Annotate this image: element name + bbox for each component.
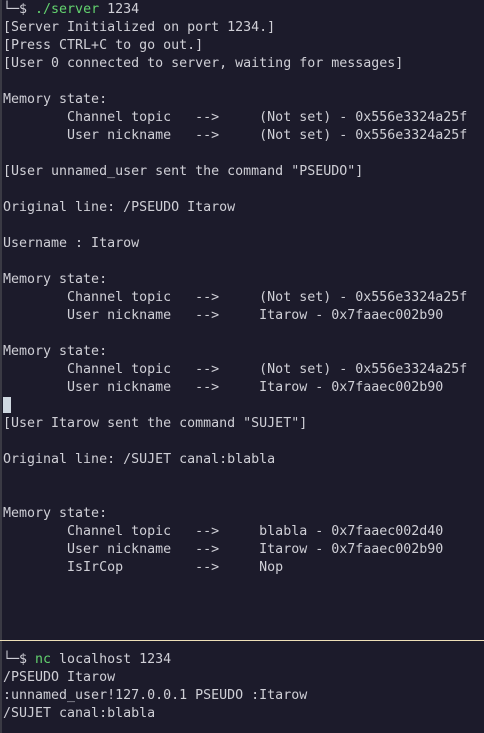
terminal-output-line: User nickname --> Itarow - 0x7faaec002b9…	[3, 308, 444, 323]
terminal-output-line: Channel topic --> (Not set) - 0x556e3324…	[3, 290, 468, 305]
command-name: nc	[35, 652, 52, 667]
terminal-output-line: User nickname --> (Not set) - 0x556e3324…	[3, 128, 468, 143]
command-args: localhost 1234	[51, 652, 172, 667]
terminal-output-line: [Press CTRL+C to go out.]	[3, 38, 204, 53]
terminal-output-line: Memory state:	[3, 344, 108, 359]
terminal-output-line: Channel topic --> blabla - 0x7faaec002d4…	[3, 524, 444, 539]
prompt-prefix: └─$	[3, 652, 36, 667]
terminal-output-line: /PSEUDO Itarow	[3, 670, 116, 685]
terminal-output-line: Memory state:	[3, 506, 108, 521]
terminal-output-line: IsIrCop --> Nop	[3, 560, 284, 575]
terminal-output-line: Channel topic --> (Not set) - 0x556e3324…	[3, 362, 468, 377]
client-terminal-pane[interactable]: └─$ nc localhost 1234 /PSEUDO Itarow :unn…	[0, 651, 484, 733]
terminal-output-line: [User 0 connected to server, waiting for…	[3, 56, 404, 71]
prompt-line: └─$ nc localhost 1234	[0, 651, 484, 669]
terminal-output-line: /SUJET canal:blabla	[3, 706, 156, 721]
prompt-prefix: └─$	[3, 2, 36, 17]
terminal-output-line: Original line: /PSEUDO Itarow	[3, 200, 236, 215]
pane-divider[interactable]	[0, 640, 484, 641]
command-name: ./server	[35, 2, 100, 17]
terminal-output-line: [User unnamed_user sent the command "PSE…	[3, 164, 364, 179]
server-terminal-pane[interactable]: └─$ ./server 1234 [Server Initialized on…	[0, 1, 484, 639]
terminal-output-line: Memory state:	[3, 272, 108, 287]
terminal-output-line: Original line: /SUJET canal:blabla	[3, 452, 276, 467]
terminal-output-line: [Server Initialized on port 1234.]	[3, 20, 276, 35]
terminal-output-line: User nickname --> Itarow - 0x7faaec002b9…	[3, 542, 444, 557]
terminal-output-line: :unnamed_user!127.0.0.1 PSEUDO :Itarow	[3, 688, 308, 703]
command-args: 1234	[99, 2, 140, 17]
terminal-output-line: Channel topic --> (Not set) - 0x556e3324…	[3, 110, 468, 125]
terminal-output-line: User nickname --> Itarow - 0x7faaec002b9…	[3, 380, 444, 395]
prompt-line: └─$ ./server 1234	[0, 1, 484, 19]
terminal-output-line: Memory state:	[3, 92, 108, 107]
terminal-cursor	[3, 397, 11, 413]
terminal-cursor-line	[0, 397, 484, 415]
terminal-output-line: [User Itarow sent the command "SUJET"]	[3, 416, 308, 431]
terminal-output-line: Username : Itarow	[3, 236, 140, 251]
